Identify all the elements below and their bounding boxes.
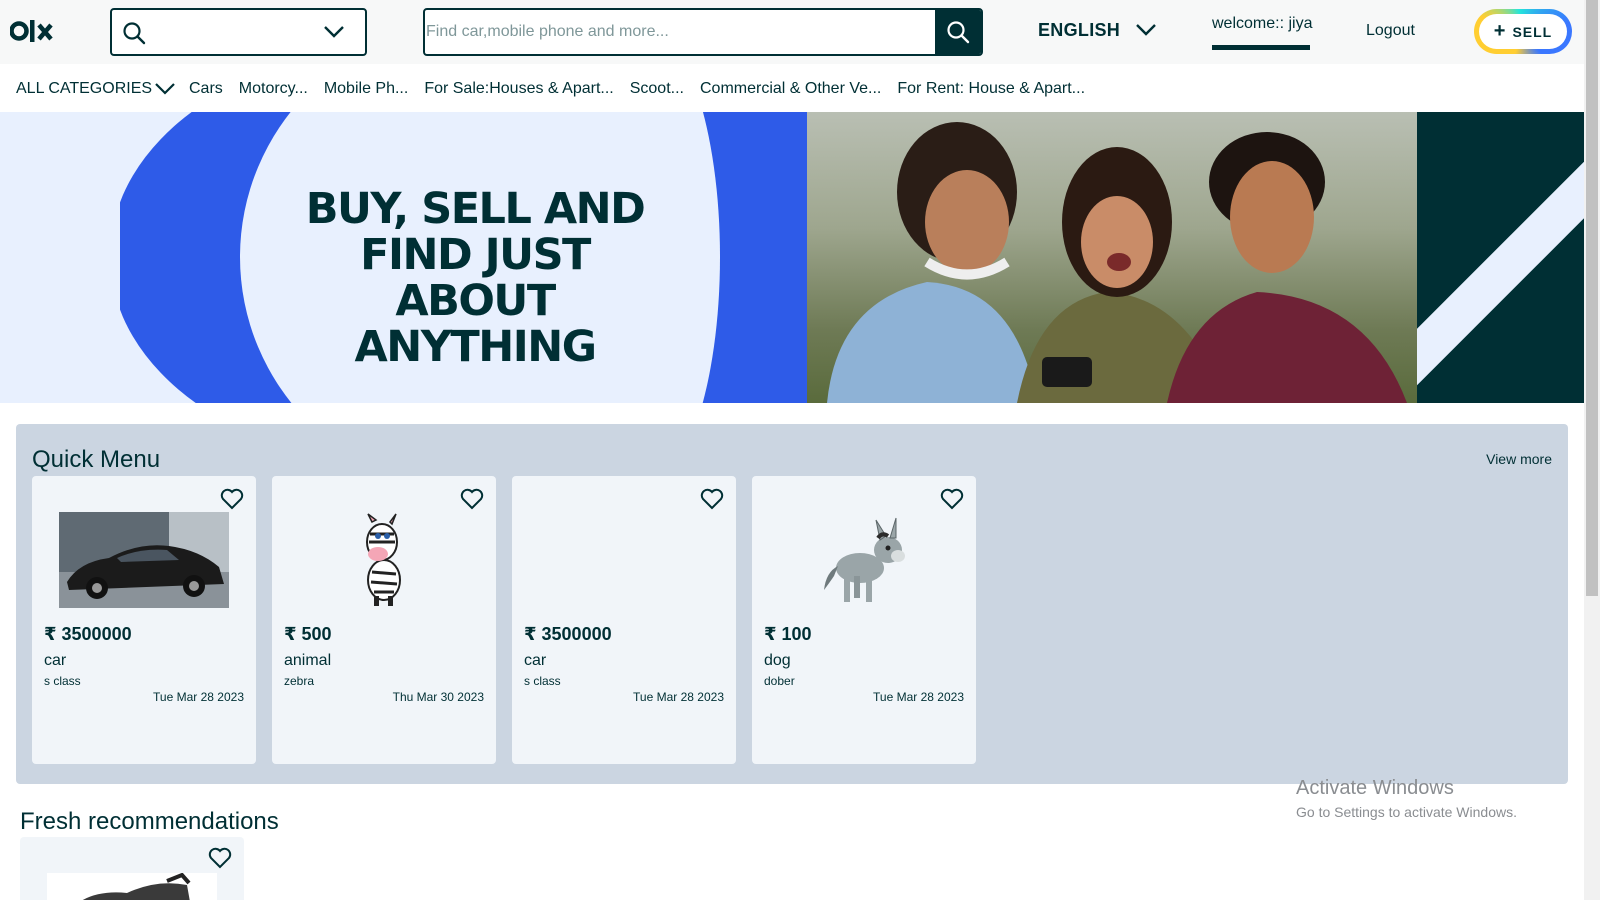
product-price: ₹ 3500000	[44, 624, 132, 644]
car-image	[59, 512, 229, 608]
product-image-motorcycle	[47, 873, 217, 900]
search-icon	[123, 22, 146, 45]
product-image-empty	[539, 512, 709, 608]
product-name: zebra	[284, 674, 315, 688]
category-link-scooters[interactable]: Scoot...	[630, 80, 684, 98]
fresh-recommendations-title: Fresh recommendations	[20, 808, 279, 835]
category-link-houses-for-rent[interactable]: For Rent: House & Apart...	[897, 80, 1085, 98]
product-image-car	[59, 512, 229, 608]
activate-windows-watermark: Activate Windows Go to Settings to activ…	[1296, 777, 1517, 820]
category-link-cars[interactable]: Cars	[189, 80, 223, 98]
chevron-down-icon	[155, 83, 175, 95]
search-input[interactable]	[425, 10, 935, 54]
heart-icon[interactable]	[220, 488, 244, 510]
product-date: Thu Mar 30 2023	[392, 690, 484, 704]
banner-line-3: ANYTHING	[354, 322, 597, 372]
sell-button[interactable]: + SELL	[1474, 9, 1572, 54]
quick-menu: Quick Menu View more ₹ 3500000 car s cla…	[16, 424, 1568, 784]
heart-icon[interactable]	[700, 488, 724, 510]
logout-link[interactable]: Logout	[1366, 22, 1415, 40]
product-card[interactable]: ₹ 3500000 car s class Tue Mar 28 2023	[32, 476, 256, 764]
banner-photo	[807, 112, 1417, 403]
category-link-mobile-phones[interactable]: Mobile Ph...	[324, 80, 408, 98]
motorcycle-image	[82, 873, 191, 900]
category-link-commercial-vehicles[interactable]: Commercial & Other Ve...	[700, 80, 881, 98]
product-card[interactable]: ₹ 100 dog dober Tue Mar 28 2023	[752, 476, 976, 764]
all-categories-dropdown[interactable]: ALL CATEGORIES	[16, 80, 176, 98]
category-link-houses-for-sale[interactable]: For Sale:Houses & Apart...	[424, 80, 613, 98]
all-categories-label: ALL CATEGORIES	[16, 80, 153, 97]
product-date: Tue Mar 28 2023	[153, 690, 244, 704]
search-icon	[947, 21, 970, 44]
language-select[interactable]: ENGLISH	[1038, 20, 1120, 41]
product-price: ₹ 3500000	[524, 624, 612, 644]
banner-accent	[1417, 112, 1584, 403]
olx-logo-icon[interactable]	[10, 16, 56, 46]
search-bar	[423, 8, 983, 56]
product-name: s class	[44, 674, 81, 688]
watermark-line-1: Activate Windows	[1296, 777, 1454, 799]
page: ENGLISH welcome:: jiya Logout + SELL ALL…	[0, 0, 1600, 900]
quick-menu-title: Quick Menu	[32, 446, 161, 473]
product-image-zebra	[299, 512, 469, 608]
category-link-motorcycles[interactable]: Motorcy...	[239, 80, 308, 98]
heart-icon[interactable]	[940, 488, 964, 510]
product-name: dober	[764, 674, 795, 688]
product-date: Tue Mar 28 2023	[873, 690, 964, 704]
view-more-link[interactable]: View more	[1486, 451, 1552, 467]
product-image-donkey	[779, 512, 949, 608]
search-button[interactable]	[935, 10, 981, 54]
sell-label: SELL	[1512, 23, 1553, 40]
chevron-down-icon[interactable]	[1135, 22, 1157, 38]
watermark-line-2: Go to Settings to activate Windows.	[1296, 804, 1517, 820]
product-card[interactable]: ₹ 3500000 car s class Tue Mar 28 2023	[512, 476, 736, 764]
product-card[interactable]	[20, 837, 244, 900]
location-select[interactable]	[110, 8, 367, 56]
hero-banner[interactable]: BUY, SELL AND FIND JUST ABOUT ANYTHING	[0, 112, 1584, 403]
header: ENGLISH welcome:: jiya Logout + SELL	[0, 0, 1584, 64]
product-price: ₹ 500	[284, 624, 332, 644]
banner-line-1: BUY, SELL AND	[305, 184, 646, 234]
product-price: ₹ 100	[764, 624, 812, 644]
category-nav: ALL CATEGORIES Cars Motorcy... Mobile Ph…	[0, 64, 1584, 112]
product-card[interactable]: ₹ 500 animal zebra Thu Mar 30 2023	[272, 476, 496, 764]
product-category: car	[44, 652, 67, 669]
product-category: dog	[764, 652, 791, 669]
heart-icon[interactable]	[460, 488, 484, 510]
welcome-user[interactable]: welcome:: jiya	[1212, 15, 1312, 33]
product-category: car	[524, 652, 547, 669]
welcome-underline	[1212, 45, 1310, 50]
plus-icon: +	[1493, 19, 1507, 42]
heart-icon[interactable]	[208, 847, 232, 869]
product-name: s class	[524, 674, 561, 688]
zebra-image	[366, 513, 401, 606]
category-links: Cars Motorcy... Mobile Ph... For Sale:Ho…	[189, 80, 1085, 98]
product-category: animal	[284, 652, 332, 669]
people-photo-illustration	[827, 122, 1407, 403]
sell-button-inner: + SELL	[1479, 14, 1567, 49]
product-date: Tue Mar 28 2023	[633, 690, 724, 704]
chevron-down-icon[interactable]	[323, 24, 345, 40]
donkey-image	[824, 517, 905, 602]
banner-line-2: FIND JUST ABOUT	[360, 230, 591, 326]
banner-headline: BUY, SELL AND FIND JUST ABOUT ANYTHING	[290, 186, 660, 370]
banner-graphic: BUY, SELL AND FIND JUST ABOUT ANYTHING	[0, 112, 807, 403]
scrollbar-thumb[interactable]	[1586, 0, 1598, 596]
banner-stripe	[1417, 112, 1584, 398]
banner-left-fill	[0, 112, 120, 403]
